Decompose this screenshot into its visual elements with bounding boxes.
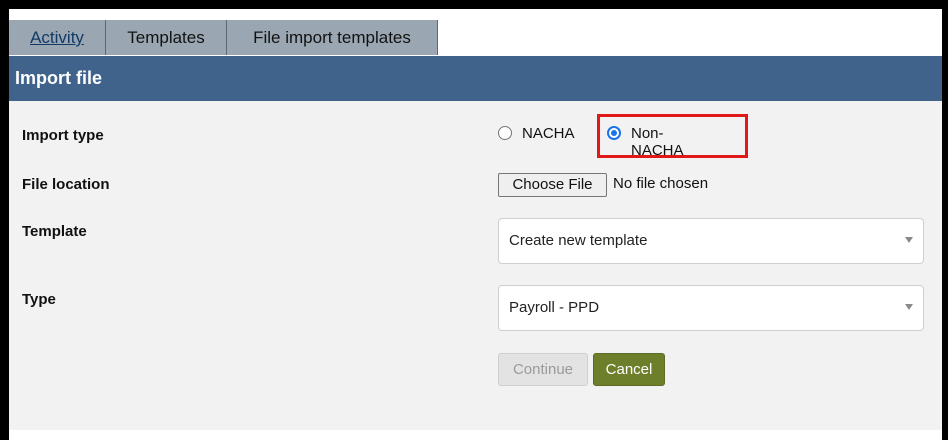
template-select[interactable]: Create new template: [498, 218, 924, 264]
tab-templates-label: Templates: [127, 28, 205, 47]
non-nacha-highlight-box: [597, 114, 748, 158]
cancel-button[interactable]: Cancel: [593, 353, 665, 386]
nacha-radio-label[interactable]: NACHA: [522, 125, 575, 142]
type-select-value: Payroll - PPD: [509, 299, 600, 316]
template-label: Template: [22, 223, 87, 240]
tab-activity-label[interactable]: Activity: [30, 28, 84, 47]
tab-file-import-templates-label: File import templates: [253, 28, 411, 47]
tab-templates[interactable]: Templates: [106, 20, 227, 55]
choose-file-button[interactable]: Choose File: [498, 173, 607, 197]
bottom-strip: [9, 430, 942, 440]
type-label: Type: [22, 291, 56, 308]
continue-button[interactable]: Continue: [498, 353, 588, 386]
import-form-panel: [9, 101, 942, 430]
file-location-label: File location: [22, 176, 110, 193]
nacha-radio[interactable]: [498, 126, 512, 140]
tab-bar: Activity Templates File import templates: [9, 9, 942, 55]
chevron-down-icon: [905, 237, 913, 243]
section-title: Import file: [15, 68, 103, 88]
section-header: Import file: [9, 56, 942, 101]
type-select[interactable]: Payroll - PPD: [498, 285, 924, 331]
file-status-text: No file chosen: [613, 175, 709, 192]
tab-file-import-templates[interactable]: File import templates: [227, 20, 438, 55]
tab-activity[interactable]: Activity: [9, 20, 106, 55]
import-type-label: Import type: [22, 127, 104, 144]
chevron-down-icon: [905, 304, 913, 310]
template-select-value: Create new template: [509, 232, 648, 249]
